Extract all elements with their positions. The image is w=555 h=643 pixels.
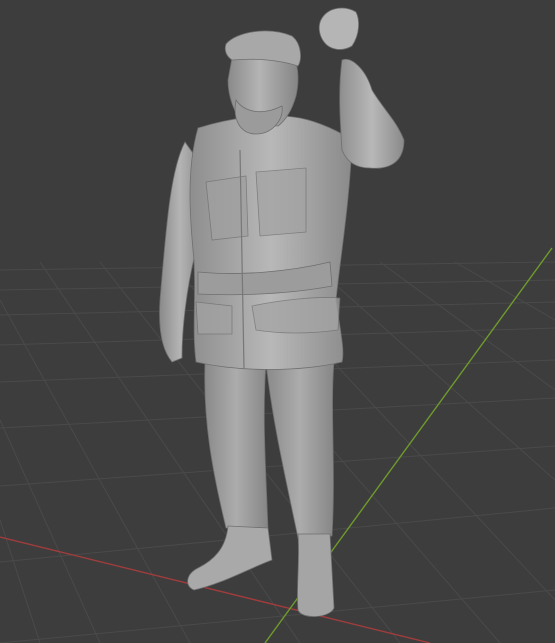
viewport-canvas[interactable] [0, 0, 555, 643]
3d-viewport[interactable] [0, 0, 555, 643]
x-axis-line [0, 536, 431, 643]
statue-model[interactable] [159, 7, 405, 617]
